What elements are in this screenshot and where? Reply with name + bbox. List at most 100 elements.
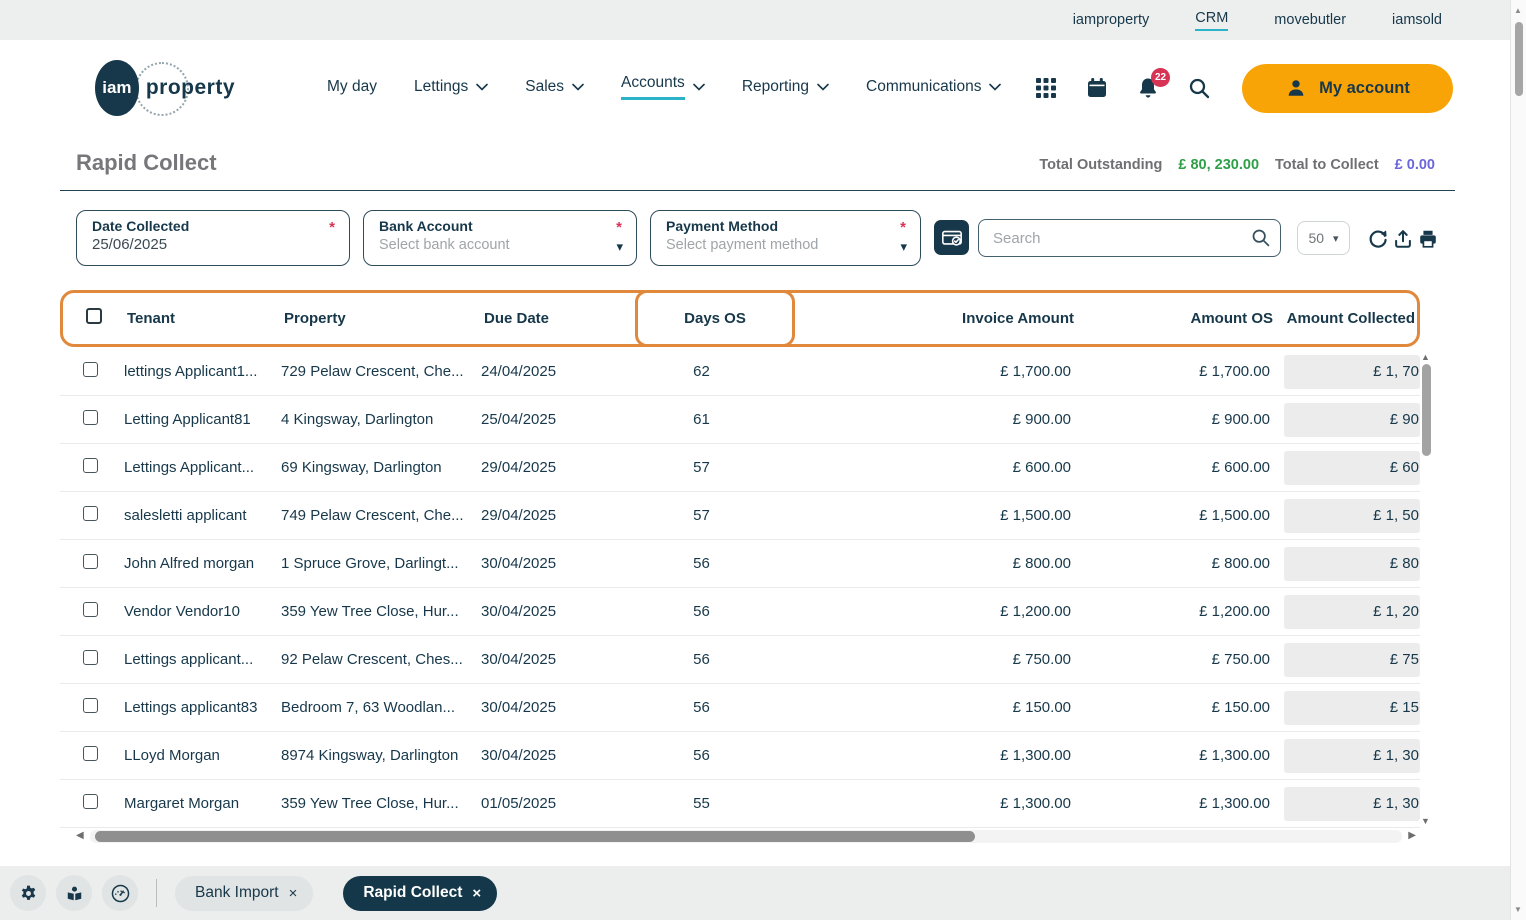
- amount-collected-input[interactable]: £ 60: [1284, 451, 1420, 485]
- tenant-link[interactable]: Lettings Applicant...: [124, 459, 281, 476]
- tenant-link[interactable]: Letting Applicant81: [124, 411, 281, 428]
- settings-button[interactable]: [10, 875, 46, 911]
- my-account-button[interactable]: My account: [1242, 64, 1453, 113]
- vertical-scroll-thumb[interactable]: [1422, 364, 1431, 456]
- column-header-amount-os[interactable]: Amount OS: [1074, 310, 1273, 327]
- bank-account-placeholder: Select bank account: [379, 237, 622, 253]
- row-checkbox[interactable]: [83, 698, 98, 713]
- bank-account-select[interactable]: Bank Account * Select bank account ▾: [363, 210, 637, 266]
- column-header-due-date[interactable]: Due Date: [484, 310, 638, 327]
- amount-collected-input[interactable]: £ 1, 50: [1284, 499, 1420, 533]
- refresh-icon[interactable]: [1367, 228, 1389, 250]
- dashboard-button[interactable]: [102, 875, 138, 911]
- scroll-up-arrow[interactable]: ▲: [1421, 352, 1430, 362]
- date-collected-field[interactable]: Date Collected * 25/06/2025: [76, 210, 350, 266]
- table-body: lettings Applicant1... 729 Pelaw Crescen…: [60, 348, 1420, 828]
- export-icon[interactable]: [1392, 228, 1414, 250]
- amount-os-cell: £ 1,500.00: [1071, 507, 1270, 524]
- amount-collected-input[interactable]: £ 1, 70: [1284, 355, 1420, 389]
- tenant-link[interactable]: Margaret Morgan: [124, 795, 281, 812]
- row-checkbox[interactable]: [83, 554, 98, 569]
- tenant-link[interactable]: Lettings applicant...: [124, 651, 281, 668]
- collect-card-button[interactable]: [934, 220, 969, 255]
- column-header-invoice-amount[interactable]: Invoice Amount: [795, 310, 1074, 327]
- nav-reporting[interactable]: Reporting: [742, 78, 829, 98]
- table-search: [978, 219, 1281, 257]
- payment-method-select[interactable]: Payment Method * Select payment method ▾: [650, 210, 921, 266]
- amount-collected-input[interactable]: £ 1, 20: [1284, 595, 1420, 629]
- apps-grid-icon[interactable]: [1033, 75, 1059, 101]
- product-link-iamproperty[interactable]: iamproperty: [1073, 12, 1150, 28]
- nav-accounts[interactable]: Accounts: [621, 74, 705, 102]
- tenant-link[interactable]: Vendor Vendor10: [124, 603, 281, 620]
- tenant-link[interactable]: John Alfred morgan: [124, 555, 281, 572]
- row-checkbox[interactable]: [83, 458, 98, 473]
- invoice-amount-cell: £ 750.00: [792, 651, 1071, 668]
- close-icon[interactable]: ×: [472, 885, 481, 902]
- notifications-bell-icon[interactable]: 22: [1135, 75, 1161, 101]
- row-checkbox[interactable]: [83, 362, 98, 377]
- product-link-movebutler[interactable]: movebutler: [1274, 12, 1346, 28]
- page-vertical-scrollbar[interactable]: ▲ ▼: [1510, 0, 1526, 920]
- column-header-tenant[interactable]: Tenant: [127, 310, 284, 327]
- iamproperty-logo[interactable]: iam property: [95, 60, 235, 116]
- column-header-property[interactable]: Property: [284, 310, 484, 327]
- property-cell: 1 Spruce Grove, Darlingt...: [281, 555, 481, 572]
- scroll-right-arrow[interactable]: ▶: [1408, 830, 1416, 841]
- person-icon: [1285, 77, 1307, 99]
- table-row: Margaret Morgan 359 Yew Tree Close, Hur.…: [60, 780, 1420, 828]
- days-os-cell: 57: [635, 507, 792, 524]
- close-icon[interactable]: ×: [289, 885, 298, 902]
- tenant-link[interactable]: Lettings applicant83: [124, 699, 281, 716]
- chevron-down-icon: [989, 83, 1001, 91]
- row-checkbox[interactable]: [83, 650, 98, 665]
- row-checkbox[interactable]: [83, 506, 98, 521]
- table-horizontal-scrollbar[interactable]: ◀ ▶: [76, 830, 1416, 843]
- nav-my-day[interactable]: My day: [327, 78, 377, 98]
- amount-collected-input[interactable]: £ 80: [1284, 547, 1420, 581]
- property-cell: 359 Yew Tree Close, Hur...: [281, 603, 481, 620]
- page-scroll-up-arrow[interactable]: ▲: [1514, 6, 1522, 15]
- row-checkbox[interactable]: [83, 794, 98, 809]
- search-input[interactable]: [978, 219, 1281, 257]
- nav-sales[interactable]: Sales: [525, 78, 584, 98]
- required-asterisk: *: [616, 219, 622, 236]
- amount-collected-input[interactable]: £ 90: [1284, 403, 1420, 437]
- tenant-link[interactable]: lettings Applicant1...: [124, 363, 281, 380]
- page-size-select[interactable]: 50 ▾: [1297, 221, 1350, 255]
- horizontal-scroll-thumb[interactable]: [95, 831, 975, 842]
- product-link-crm[interactable]: CRM: [1195, 10, 1228, 31]
- nav-lettings[interactable]: Lettings: [414, 78, 488, 98]
- column-header-amount-collected[interactable]: Amount Collected: [1273, 310, 1423, 327]
- tab-rapid-collect[interactable]: Rapid Collect ×: [343, 876, 497, 911]
- row-checkbox[interactable]: [83, 746, 98, 761]
- row-checkbox[interactable]: [83, 410, 98, 425]
- row-checkbox[interactable]: [83, 602, 98, 617]
- invoice-amount-cell: £ 1,700.00: [792, 363, 1071, 380]
- scroll-left-arrow[interactable]: ◀: [76, 830, 84, 841]
- amount-collected-input[interactable]: £ 1, 30: [1284, 787, 1420, 821]
- print-icon[interactable]: [1417, 228, 1439, 250]
- amount-collected-input[interactable]: £ 15: [1284, 691, 1420, 725]
- date-collected-value: 25/06/2025: [92, 236, 335, 253]
- tenant-link[interactable]: LLoyd Morgan: [124, 747, 281, 764]
- tab-bank-import[interactable]: Bank Import ×: [175, 876, 313, 911]
- property-cell: 92 Pelaw Crescent, Ches...: [281, 651, 481, 668]
- column-header-days-os[interactable]: Days OS: [684, 310, 746, 327]
- calendar-icon[interactable]: [1084, 75, 1110, 101]
- amount-collected-input[interactable]: £ 75: [1284, 643, 1420, 677]
- page-scroll-thumb[interactable]: [1515, 22, 1523, 96]
- amount-collected-input[interactable]: £ 1, 30: [1284, 739, 1420, 773]
- search-icon[interactable]: [1250, 227, 1271, 248]
- table-row: LLoyd Morgan 8974 Kingsway, Darlington 3…: [60, 732, 1420, 780]
- page-scroll-down-arrow[interactable]: ▼: [1514, 905, 1522, 914]
- tenant-link[interactable]: salesletti applicant: [124, 507, 281, 524]
- nav-communications[interactable]: Communications: [866, 78, 1001, 98]
- scroll-down-arrow[interactable]: ▼: [1421, 816, 1430, 826]
- table-vertical-scrollbar[interactable]: ▲ ▼: [1420, 352, 1433, 826]
- amount-os-cell: £ 150.00: [1071, 699, 1270, 716]
- product-link-iamsold[interactable]: iamsold: [1392, 12, 1442, 28]
- select-all-checkbox[interactable]: [86, 308, 102, 324]
- learning-button[interactable]: [56, 875, 92, 911]
- search-icon[interactable]: [1186, 75, 1212, 101]
